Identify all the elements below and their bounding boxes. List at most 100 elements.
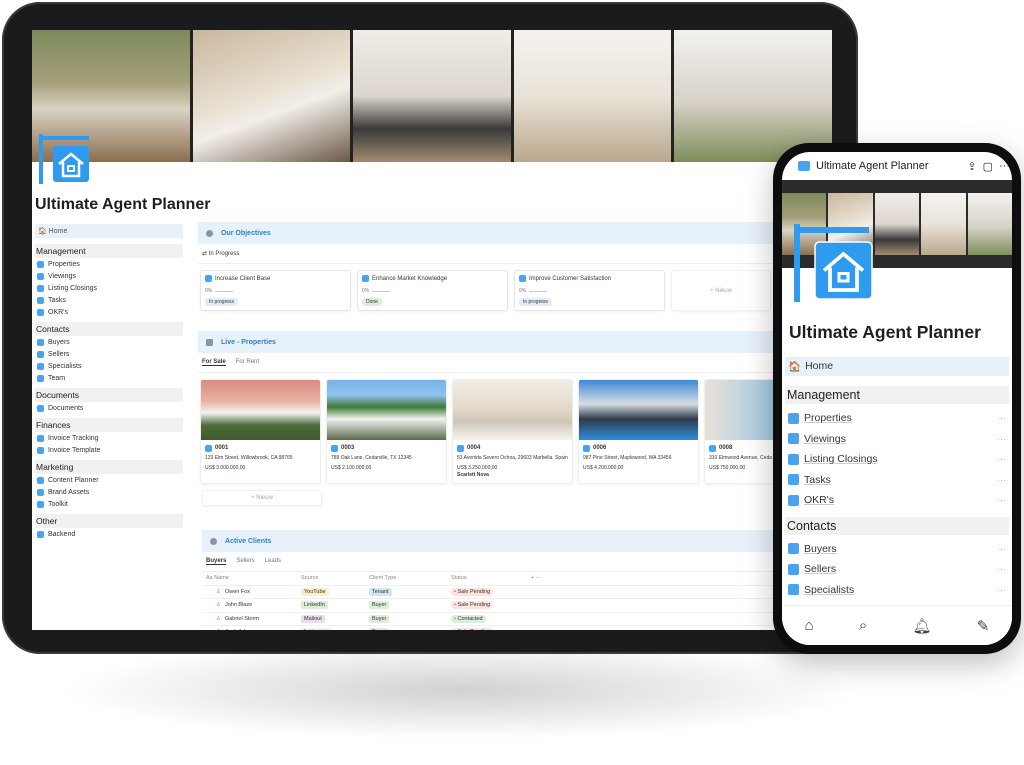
column-header[interactable]: Source bbox=[297, 575, 365, 581]
sidebar-group-heading: Management bbox=[35, 244, 183, 258]
nav-item[interactable]: Listing Closings ··· bbox=[785, 449, 1009, 470]
progress: 0% bbox=[205, 288, 346, 294]
house-sign-logo-icon bbox=[39, 134, 89, 184]
more-icon[interactable]: ··· bbox=[997, 454, 1006, 464]
sidebar-item[interactable]: Team bbox=[35, 372, 183, 384]
column-header[interactable]: Status bbox=[447, 575, 527, 581]
property-card[interactable]: 0001 133 Elm Street, Willowbrook, CA 9876… bbox=[200, 379, 321, 484]
sidebar-item[interactable]: Listing Closings bbox=[35, 282, 183, 294]
sidebar-item[interactable]: OKR's bbox=[35, 306, 183, 318]
sidebar-item[interactable]: Toolkit bbox=[35, 498, 183, 510]
sidebar-item[interactable]: Sellers bbox=[35, 348, 183, 360]
sidebar-item-label: Properties bbox=[48, 260, 80, 268]
more-icon[interactable]: ··· bbox=[997, 413, 1006, 423]
comment-icon[interactable]: ▢ bbox=[983, 160, 993, 173]
sidebar-item[interactable]: Properties bbox=[35, 258, 183, 270]
sidebar-item-label: Documents bbox=[48, 404, 84, 412]
phone-nav: 🏠 Home Management Properties ··· Viewings ···… bbox=[785, 357, 1009, 600]
page-icon bbox=[37, 530, 44, 538]
tab-buyers[interactable]: Buyers bbox=[206, 558, 227, 565]
nav-item-home[interactable]: 🏠 Home bbox=[785, 357, 1009, 376]
tab-for-sale[interactable]: For Sale bbox=[202, 359, 226, 366]
more-icon[interactable]: ··· bbox=[999, 160, 1010, 172]
more-icon[interactable]: ··· bbox=[997, 585, 1006, 595]
nav-item[interactable]: OKR's ··· bbox=[785, 490, 1009, 511]
sidebar-item-label: Listing Closings bbox=[48, 284, 98, 292]
table-row[interactable]: ♙ Owen Fox YouTube Tenant • Sale Pending bbox=[202, 586, 792, 599]
nav-item[interactable]: Specialists ··· bbox=[785, 580, 1009, 601]
status-badge: Done bbox=[362, 298, 382, 306]
nav-item[interactable]: Buyers ··· bbox=[785, 539, 1009, 560]
sidebar-item-label: Sellers bbox=[48, 350, 70, 358]
sidebar-item[interactable]: Documents bbox=[35, 402, 183, 414]
sidebar-item[interactable]: Backend bbox=[35, 528, 183, 540]
house-icon bbox=[457, 445, 464, 453]
nav-item[interactable]: Tasks ··· bbox=[785, 470, 1009, 491]
sidebar-item[interactable]: Viewings bbox=[35, 270, 183, 282]
status-tag: • Sale Pending bbox=[451, 601, 494, 610]
new-property-button[interactable]: + Nieuw bbox=[202, 490, 322, 506]
sidebar-item-home[interactable]: 🏠 Home bbox=[35, 224, 183, 238]
tab-sellers[interactable]: Sellers bbox=[236, 558, 254, 565]
column-header[interactable]: + ··· bbox=[527, 575, 541, 581]
sidebar-item-label: Specialists bbox=[48, 362, 82, 370]
nav-group-heading: Contacts bbox=[785, 516, 1009, 535]
nav-item-label: Home bbox=[805, 360, 834, 372]
house-icon bbox=[583, 445, 590, 453]
status-text: Contacted bbox=[457, 615, 483, 622]
property-id-text: 0001 bbox=[215, 445, 229, 451]
property-id: 0001 bbox=[205, 443, 316, 454]
table-row[interactable]: ♙ Josh Johnson Instagram Buyer • Sale Pendin… bbox=[202, 626, 792, 630]
sidebar-item-label: Viewings bbox=[48, 272, 76, 280]
more-icon[interactable]: ··· bbox=[997, 544, 1006, 554]
objective-card[interactable]: Improve Customer Satisfaction 0% In progre… bbox=[514, 270, 665, 311]
sidebar-item-label: Buyers bbox=[48, 338, 70, 346]
nav-item[interactable]: Viewings ··· bbox=[785, 429, 1009, 450]
sidebar-item[interactable]: Invoice Tracking bbox=[35, 432, 183, 444]
property-card[interactable]: 0004 53 Avenida Severo Ochoa, 29603 Marbe… bbox=[452, 379, 573, 484]
objective-card[interactable]: Increase Client Base 0% In progress bbox=[200, 270, 351, 311]
objective-title: Enhance Market Knowledge bbox=[372, 275, 448, 282]
sidebar-group-heading: Documents bbox=[35, 388, 183, 402]
column-header[interactable]: Client Type bbox=[365, 575, 447, 581]
table-row[interactable]: ♙ John Blaze LinkedIn Buyer • Sale Pending bbox=[202, 599, 792, 613]
column-header[interactable]: Aa Name bbox=[202, 575, 297, 581]
sidebar-item[interactable]: Specialists bbox=[35, 360, 183, 372]
new-objective-button[interactable]: + Nieuw bbox=[671, 270, 771, 311]
progress: 0% bbox=[519, 288, 660, 294]
home-icon[interactable]: ⌂ bbox=[805, 617, 814, 634]
nav-item[interactable]: Properties ··· bbox=[785, 408, 1009, 429]
more-icon[interactable]: ··· bbox=[997, 564, 1006, 574]
sidebar-item[interactable]: Brand Assets bbox=[35, 486, 183, 498]
tablet-screen: Ultimate Agent Planner 🏠 Home Management… bbox=[32, 30, 832, 630]
objective-card[interactable]: Enhance Market Knowledge 0% Done bbox=[357, 270, 508, 311]
sidebar-item[interactable]: Tasks bbox=[35, 294, 183, 306]
sidebar-item-label: Content Planner bbox=[48, 476, 99, 484]
compose-icon[interactable]: ✎ bbox=[977, 617, 990, 635]
page-icon bbox=[37, 338, 44, 346]
type-tag: Buyer bbox=[369, 614, 390, 623]
sidebar-item[interactable]: Buyers bbox=[35, 336, 183, 348]
search-icon[interactable]: ⌕ bbox=[859, 617, 867, 634]
view-tab-in-progress[interactable]: ⇄ In Progress bbox=[198, 244, 832, 264]
nav-item-label: Listing Closings bbox=[804, 453, 878, 466]
more-icon[interactable]: ··· bbox=[997, 475, 1006, 485]
tab-for-rent[interactable]: For Rent bbox=[236, 359, 259, 366]
progress: 0% bbox=[362, 288, 503, 294]
table-row[interactable]: ♙ Gabriel Storm Mailout Buyer • Contacted bbox=[202, 613, 792, 626]
bell-icon[interactable]: 🔔︎ bbox=[913, 617, 932, 635]
more-icon[interactable]: ··· bbox=[997, 495, 1006, 505]
tab-leads[interactable]: Leads bbox=[265, 558, 281, 565]
progress-value: 0% bbox=[205, 288, 213, 294]
properties-header: Live - Properties bbox=[198, 331, 832, 353]
nav-item-label: Specialists bbox=[804, 583, 855, 596]
sidebar-item[interactable]: Invoice Template bbox=[35, 444, 183, 456]
nav-item[interactable]: Sellers ··· bbox=[785, 559, 1009, 580]
share-icon[interactable]: ⇪ bbox=[967, 160, 976, 173]
property-card[interactable]: 0003 789 Oak Lane, Cedarville, TX 12345 US… bbox=[326, 379, 447, 484]
property-card[interactable]: 0006 987 Pine Street, Maplewood, WA 33456… bbox=[578, 379, 699, 484]
more-icon[interactable]: ··· bbox=[997, 434, 1006, 444]
status-text: Sale Pending bbox=[457, 588, 491, 595]
sidebar-item[interactable]: Content Planner bbox=[35, 474, 183, 486]
client-name: Owen Fox bbox=[224, 588, 251, 595]
